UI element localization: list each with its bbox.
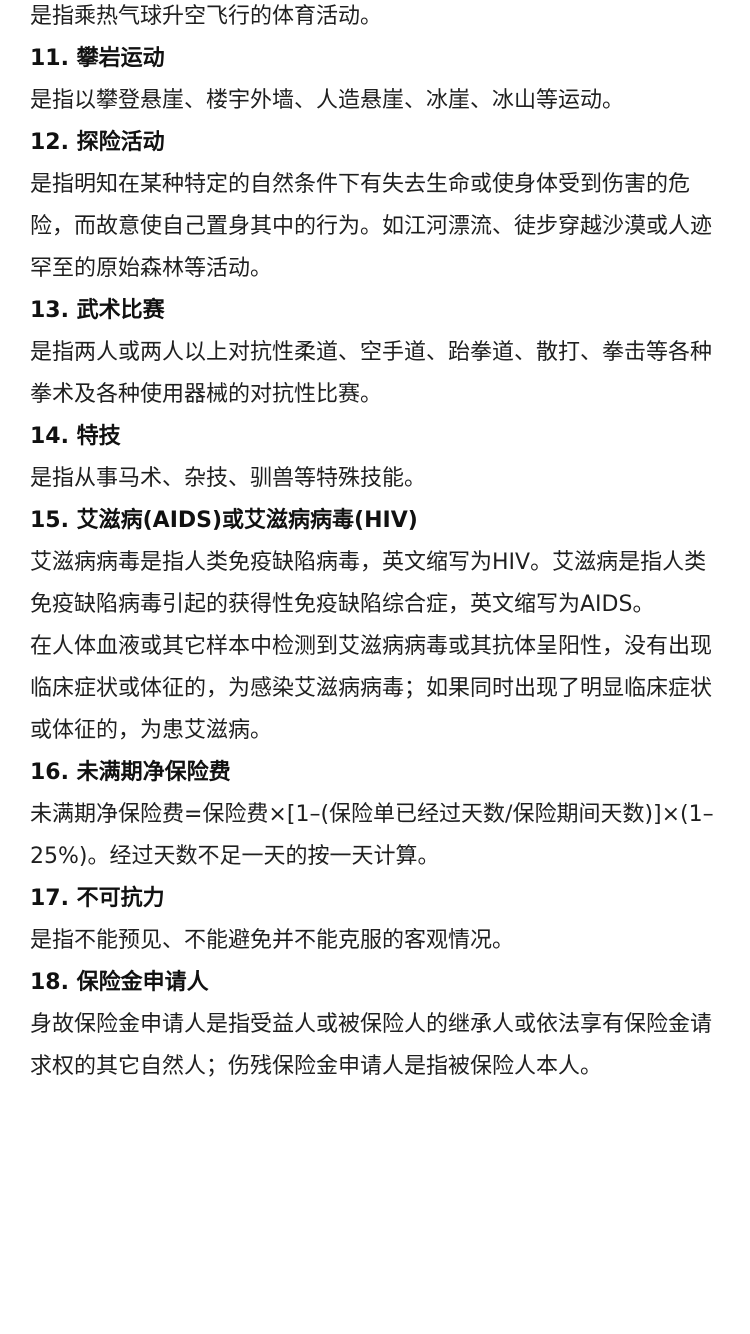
section-16-paragraph: 未满期净保险费=保险费×[1–(保险单已经过天数/保险期间天数)]×(1–25%… bbox=[30, 802, 714, 869]
section-17-paragraph: 是指不能预见、不能避免并不能克服的客观情况。 bbox=[30, 928, 515, 953]
intro-paragraph: 是指乘热气球升空飞行的体育活动。 bbox=[30, 4, 383, 29]
section-13-paragraph: 是指两人或两人以上对抗性柔道、空手道、跆拳道、散打、拳击等各种拳术及各种使用器械… bbox=[30, 340, 713, 407]
section-18-paragraph: 身故保险金申请人是指受益人或被保险人的继承人或依法享有保险金请求权的其它自然人；… bbox=[30, 1012, 713, 1079]
document-content: 是指乘热气球升空飞行的体育活动。 11. 攀岩运动 是指以攀登悬崖、楼宇外墙、人… bbox=[30, 0, 720, 1088]
section-11-heading: 11. 攀岩运动 bbox=[30, 46, 165, 71]
section-15-heading: 15. 艾滋病(AIDS)或艾滋病病毒(HIV) bbox=[30, 508, 418, 533]
section-15-paragraph-2: 在人体血液或其它样本中检测到艾滋病病毒或其抗体呈阳性，没有出现临床症状或体征的，… bbox=[30, 634, 713, 743]
section-14-heading: 14. 特技 bbox=[30, 424, 121, 449]
section-18-heading: 18. 保险金申请人 bbox=[30, 970, 209, 995]
section-12-paragraph: 是指明知在某种特定的自然条件下有失去生命或使身体受到伤害的危险，而故意使自己置身… bbox=[30, 172, 713, 281]
section-12-heading: 12. 探险活动 bbox=[30, 130, 165, 155]
section-11-paragraph: 是指以攀登悬崖、楼宇外墙、人造悬崖、冰崖、冰山等运动。 bbox=[30, 88, 625, 113]
section-14-paragraph: 是指从事马术、杂技、驯兽等特殊技能。 bbox=[30, 466, 427, 491]
section-17-heading: 17. 不可抗力 bbox=[30, 886, 165, 911]
section-16-heading: 16. 未满期净保险费 bbox=[30, 760, 231, 785]
section-15-paragraph-1: 艾滋病病毒是指人类免疫缺陷病毒，英文缩写为HIV。艾滋病是指人类免疫缺陷病毒引起… bbox=[30, 550, 707, 617]
section-13-heading: 13. 武术比赛 bbox=[30, 298, 165, 323]
